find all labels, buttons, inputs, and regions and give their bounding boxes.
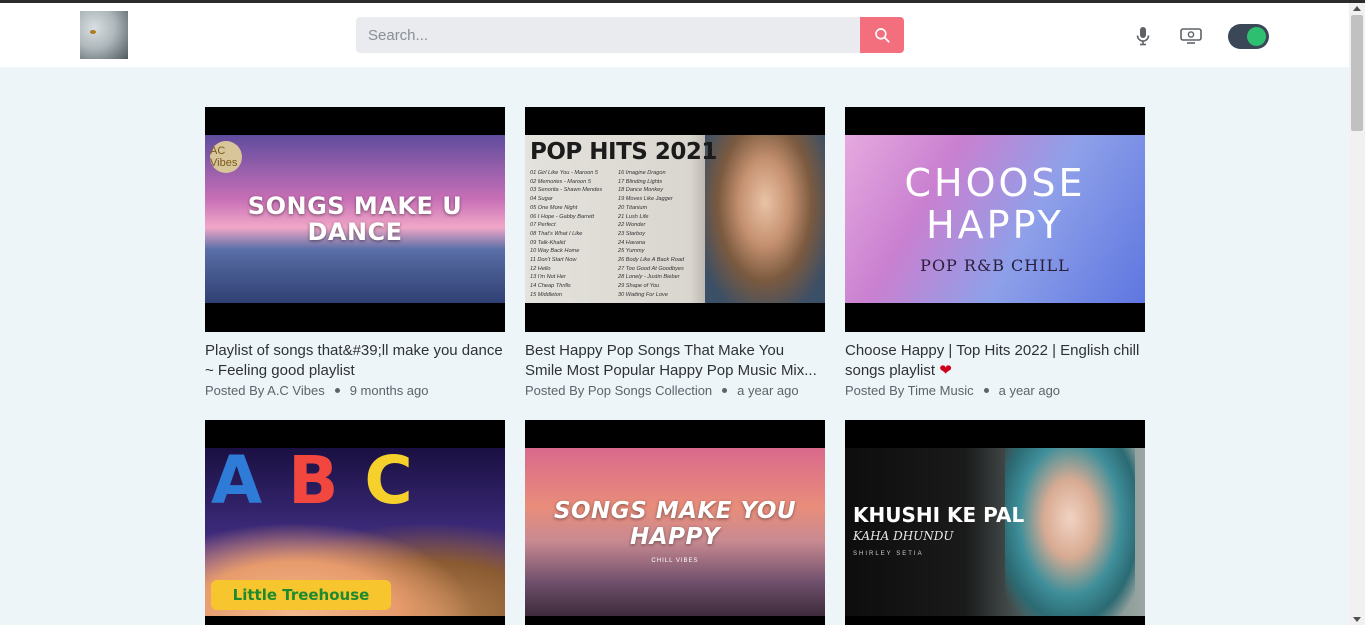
page-scrollbar[interactable] [1349, 3, 1365, 625]
song-list-item: 21 Lush Life [618, 213, 649, 220]
song-list-item: 18 Dance Monkey [618, 187, 664, 194]
video-thumbnail[interactable]: AC Vibes SONGS MAKE U DANCE [205, 107, 505, 332]
video-thumbnail[interactable]: POP HITS 2021 01 Girl Like You - Maroon … [525, 107, 825, 332]
posted-by[interactable]: Posted By Pop Songs Collection [525, 383, 712, 398]
voice-search-button[interactable] [1133, 25, 1153, 47]
posted-ago: a year ago [998, 383, 1061, 398]
thumbnail-caption: SONGS MAKE YOU HAPPY [553, 498, 797, 550]
song-list-item: 02 Memories - Maroon 5 [530, 178, 591, 185]
video-title[interactable]: Choose Happy | Top Hits 2022 | English c… [845, 341, 1145, 381]
letter-c: C [364, 448, 439, 519]
song-list-item: 28 Lonely - Justin Bieber [618, 274, 680, 281]
song-list-item: 07 Perfect [530, 222, 556, 229]
thumbnail-artist: SHIRLEY SETIA [853, 551, 924, 557]
song-list-item: 22 Wonder [618, 222, 646, 229]
song-list-item: 30 Waiting For Love [618, 291, 668, 298]
cast-icon [1180, 28, 1202, 44]
video-meta: Posted By Pop Songs Collection a year ago [525, 383, 825, 398]
video-meta: Posted By Time Music a year ago [845, 383, 1145, 398]
song-list-item: 14 Cheap Thrills [530, 283, 571, 290]
song-list-item: 17 Blinding Lights [618, 178, 663, 185]
thumbnail-caption: SONGS MAKE U DANCE [247, 191, 463, 246]
video-thumbnail[interactable]: KHUSHI KE PAL KAHA DHUNDU SHIRLEY SETIA [845, 420, 1145, 625]
thumbnail-art: AC Vibes SONGS MAKE U DANCE [205, 135, 505, 303]
channel-badge: AC Vibes [210, 141, 242, 173]
video-thumbnail[interactable]: SONGS MAKE YOU HAPPY CHILL VIBES [525, 420, 825, 625]
song-list-item: 10 Way Back Home [530, 248, 580, 255]
video-thumbnail[interactable]: CHOOSE HAPPY POP R&B CHILL [845, 107, 1145, 332]
song-list-item: 20 Titanium [618, 204, 648, 211]
thumbnail-art: ABC Little Treehouse [205, 448, 505, 616]
channel-brand: Little Treehouse [211, 580, 391, 610]
thumbnail-subcaption: POP R&B CHILL [920, 256, 1070, 275]
dot-separator [722, 388, 728, 394]
thumbnail-caption: KHUSHI KE PAL [853, 503, 1025, 527]
letter-b: B [288, 448, 365, 519]
song-list-item: 13 I'm Not Her [530, 274, 566, 281]
song-list-item: 29 Shape of You [618, 283, 660, 290]
search-button[interactable] [860, 17, 904, 53]
song-list-item: 27 Too Good At Goodbyes [618, 265, 684, 272]
top-navbar [0, 3, 1349, 67]
posted-ago: a year ago [737, 383, 799, 398]
microphone-icon [1136, 27, 1150, 46]
song-list-item: 04 Sugar [530, 196, 553, 203]
cast-button[interactable] [1179, 25, 1203, 47]
thumbnail-caption-block: SONGS MAKE YOU HAPPY CHILL VIBES [525, 499, 825, 564]
thumbnail-art: CHOOSE HAPPY POP R&B CHILL [845, 135, 1145, 303]
scroll-up-arrow[interactable] [1353, 6, 1361, 11]
toggle-knob [1247, 27, 1266, 46]
theme-toggle[interactable] [1228, 24, 1269, 49]
song-list-item: 19 Moves Like Jagger [618, 196, 673, 203]
song-list-item: 16 Imagine Dragon [618, 170, 666, 176]
thumbnail-song-list: 01 Girl Like You - Maroon 5 02 Memories -… [530, 169, 700, 300]
heart-icon: ❤ [939, 362, 952, 379]
song-list-item: 08 That's What I Like [530, 230, 583, 237]
song-list-item: 11 Don't Start Now [530, 257, 577, 264]
video-thumbnail[interactable]: ABC Little Treehouse [205, 420, 505, 625]
letter-a: A [211, 448, 289, 519]
song-list-item: 06 I Hope - Gabby Barrett [530, 213, 595, 220]
song-list-item: 23 Starboy [618, 230, 646, 237]
thumbnail-caption-block: KHUSHI KE PAL KAHA DHUNDU SHIRLEY SETIA [853, 503, 1024, 557]
thumbnail-person [1005, 448, 1135, 616]
thumbnail-person [705, 135, 825, 303]
thumbnail-caption: CHOOSE HAPPY [904, 161, 1086, 248]
thumbnail-art: KHUSHI KE PAL KAHA DHUNDU SHIRLEY SETIA [845, 448, 1145, 616]
thumbnail-art: SONGS MAKE YOU HAPPY CHILL VIBES [525, 448, 825, 616]
video-title-text: Choose Happy | Top Hits 2022 | English c… [845, 342, 1140, 379]
thumbnail-subcaption: CHILL VIBES [651, 558, 699, 564]
song-list-item: 15 Middleton [530, 291, 563, 298]
video-meta: Posted By A.C Vibes 9 months ago [205, 383, 505, 398]
song-list-item: 09 Talk-Khalid [530, 239, 566, 246]
thumbnail-art: POP HITS 2021 01 Girl Like You - Maroon … [525, 135, 825, 303]
search-icon [875, 28, 890, 43]
song-list-item: 25 Yummy [618, 248, 645, 255]
scroll-down-arrow[interactable] [1353, 617, 1361, 622]
dot-separator [983, 388, 989, 394]
search-input[interactable] [356, 17, 860, 53]
dot-separator [334, 388, 340, 394]
song-list-item: 12 Hello [530, 265, 551, 272]
posted-ago: 9 months ago [349, 383, 429, 398]
song-list-item: 05 One More Night [530, 204, 578, 211]
search-bar [356, 17, 904, 53]
song-list-item: 24 Havana [618, 239, 646, 246]
video-title[interactable]: Best Happy Pop Songs That Make You Smile… [525, 341, 825, 381]
posted-by[interactable]: Posted By Time Music [845, 383, 974, 398]
song-list-item: 03 Senorita - Shawn Mendes [530, 187, 603, 194]
song-list-item: 01 Girl Like You - Maroon 5 [530, 170, 598, 176]
video-title[interactable]: Playlist of songs that&#39;ll make you d… [205, 341, 505, 381]
song-list-item: 26 Body Like A Back Road [618, 257, 685, 264]
thumbnail-letters: ABC [211, 448, 439, 519]
logo-mark [90, 30, 96, 34]
thumbnail-subcaption: KAHA DHUNDU [853, 529, 954, 543]
scrollbar-thumb[interactable] [1351, 15, 1363, 131]
site-logo[interactable] [80, 11, 128, 59]
thumbnail-heading: POP HITS 2021 [530, 139, 717, 165]
posted-by[interactable]: Posted By A.C Vibes [205, 383, 325, 398]
